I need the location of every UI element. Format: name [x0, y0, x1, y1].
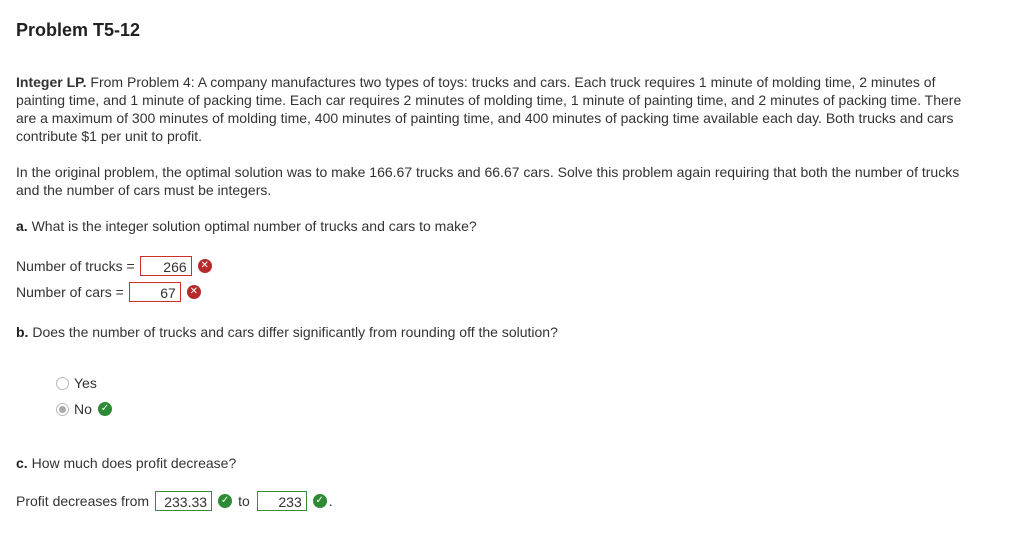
part-b-question: b. Does the number of trucks and cars di…: [16, 323, 558, 341]
trucks-label: Number of trucks =: [16, 258, 135, 274]
radio-label-yes: Yes: [74, 375, 97, 391]
radio-button-no[interactable]: [56, 402, 69, 416]
part-a-label: a.: [16, 218, 28, 234]
part-c-label: c.: [16, 455, 28, 471]
profit-row: Profit decreases from 233.33 ✓ to 233 ✓ …: [16, 491, 333, 511]
part-b-text: Does the number of trucks and cars diffe…: [28, 324, 558, 340]
cars-label: Number of cars =: [16, 284, 124, 300]
correct-check-icon: ✓: [312, 494, 327, 508]
radio-option-yes[interactable]: Yes: [56, 375, 97, 391]
intro-bold: Integer LP.: [16, 74, 87, 90]
part-c-question: c. How much does profit decrease?: [16, 454, 236, 472]
incorrect-x-icon: ✕: [197, 259, 212, 273]
incorrect-x-icon: ✕: [186, 285, 201, 299]
cars-row: Number of cars = 67 ✕: [16, 282, 201, 302]
problem-intro: Integer LP. From Problem 4: A company ma…: [16, 73, 976, 145]
part-b-label: b.: [16, 324, 29, 340]
radio-option-no[interactable]: No ✓: [56, 401, 112, 417]
profit-middle: to: [238, 493, 250, 509]
part-a-text: What is the integer solution optimal num…: [27, 218, 477, 234]
part-a-question: a. What is the integer solution optimal …: [16, 217, 477, 235]
trucks-input[interactable]: 266: [139, 256, 192, 276]
radio-label-no: No: [74, 401, 92, 417]
correct-check-icon: ✓: [218, 494, 233, 508]
profit-to-input[interactable]: 233: [256, 491, 307, 511]
cars-input[interactable]: 67: [128, 282, 181, 302]
part-c-text: How much does profit decrease?: [27, 455, 237, 471]
profit-prefix: Profit decreases from: [16, 493, 150, 509]
problem-title: Problem T5-12: [16, 20, 141, 40]
trucks-row: Number of trucks = 266 ✕: [16, 256, 212, 276]
problem-context: In the original problem, the optimal sol…: [16, 164, 960, 198]
profit-suffix: .: [328, 493, 333, 509]
profit-from-input[interactable]: 233.33: [155, 491, 213, 511]
intro-text: From Problem 4: A company manufactures t…: [16, 74, 962, 144]
radio-button-yes[interactable]: [56, 376, 69, 390]
correct-check-icon: ✓: [97, 402, 112, 416]
